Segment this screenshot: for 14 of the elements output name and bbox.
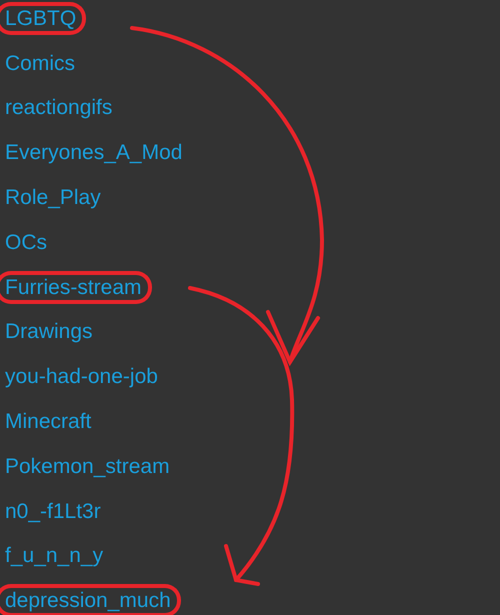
stream-link[interactable]: reactiongifs [5,97,112,118]
stream-link[interactable]: depression_much [0,584,181,615]
stream-link[interactable]: you-had-one-job [5,366,158,388]
stream-link[interactable]: Furries-stream [0,270,152,304]
stream-link[interactable]: Comics [5,52,76,74]
stream-link[interactable]: n0_-f1Lt3r [5,500,101,522]
stream-link[interactable]: f_u_n_n_y [5,545,104,566]
stream-link[interactable]: Role_Play [5,187,101,208]
stream-link[interactable]: LGBTQ [0,2,86,35]
stream-link[interactable]: Drawings [5,321,93,342]
stream-link[interactable]: OCs [5,232,47,253]
stream-link[interactable]: Everyones_A_Mod [5,142,182,164]
stream-link[interactable]: Pokemon_stream [5,456,170,477]
stream-link[interactable]: Minecraft [5,411,92,432]
